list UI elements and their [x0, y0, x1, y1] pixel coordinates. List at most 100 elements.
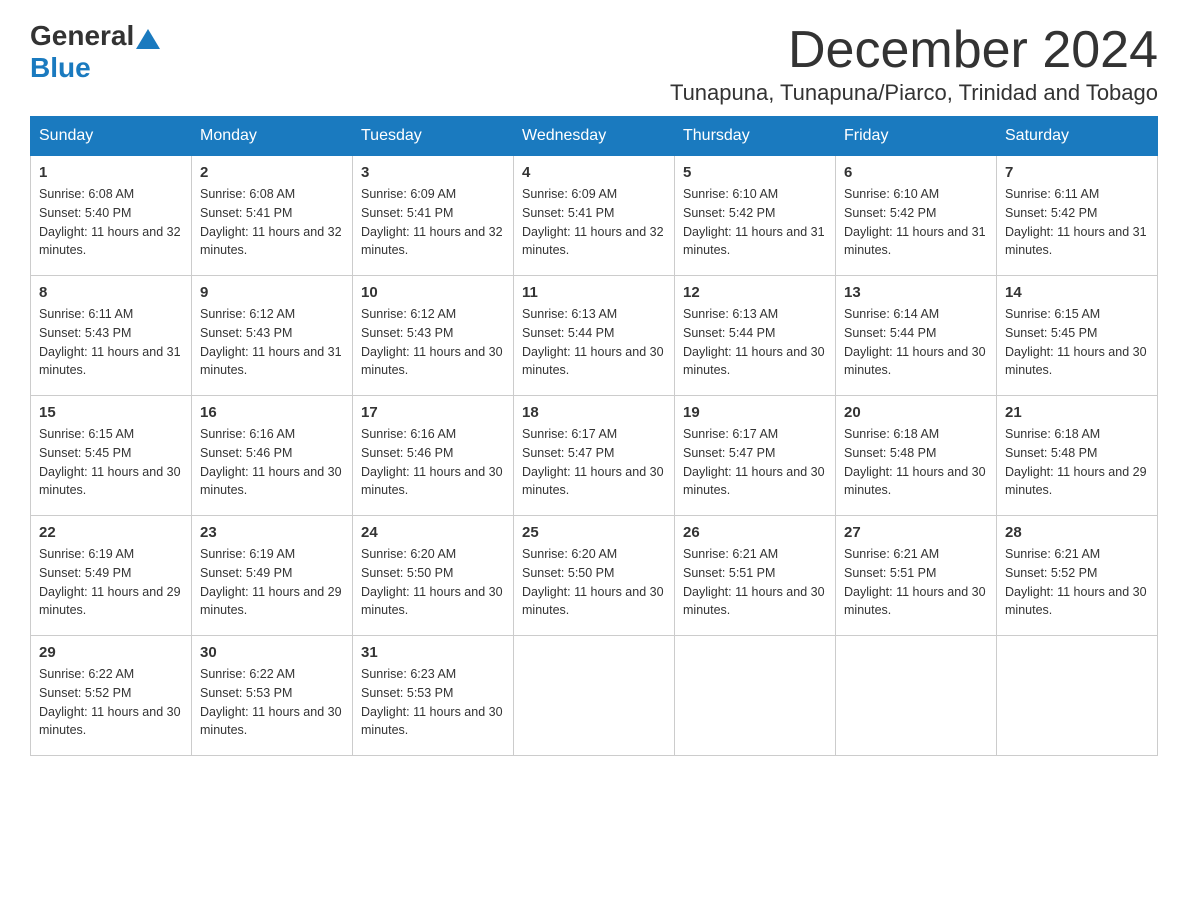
calendar-week-row: 22 Sunrise: 6:19 AM Sunset: 5:49 PM Dayl… [31, 516, 1158, 636]
day-number: 21 [1005, 404, 1149, 421]
day-number: 20 [844, 404, 988, 421]
logo: General Blue [30, 20, 162, 84]
table-row: 4 Sunrise: 6:09 AM Sunset: 5:41 PM Dayli… [514, 156, 675, 276]
day-info: Sunrise: 6:09 AM Sunset: 5:41 PM Dayligh… [522, 185, 666, 260]
location-title: Tunapuna, Tunapuna/Piarco, Trinidad and … [670, 80, 1158, 106]
day-number: 14 [1005, 284, 1149, 301]
header: General Blue December 2024 Tunapuna, Tun… [30, 20, 1158, 106]
table-row: 17 Sunrise: 6:16 AM Sunset: 5:46 PM Dayl… [353, 396, 514, 516]
day-info: Sunrise: 6:17 AM Sunset: 5:47 PM Dayligh… [683, 425, 827, 500]
day-info: Sunrise: 6:14 AM Sunset: 5:44 PM Dayligh… [844, 305, 988, 380]
day-info: Sunrise: 6:20 AM Sunset: 5:50 PM Dayligh… [361, 545, 505, 620]
table-row: 7 Sunrise: 6:11 AM Sunset: 5:42 PM Dayli… [997, 156, 1158, 276]
col-monday: Monday [192, 117, 353, 156]
logo-triangle-icon [136, 29, 160, 49]
table-row: 22 Sunrise: 6:19 AM Sunset: 5:49 PM Dayl… [31, 516, 192, 636]
day-info: Sunrise: 6:15 AM Sunset: 5:45 PM Dayligh… [1005, 305, 1149, 380]
col-wednesday: Wednesday [514, 117, 675, 156]
col-tuesday: Tuesday [353, 117, 514, 156]
table-row: 26 Sunrise: 6:21 AM Sunset: 5:51 PM Dayl… [675, 516, 836, 636]
table-row: 6 Sunrise: 6:10 AM Sunset: 5:42 PM Dayli… [836, 156, 997, 276]
table-row: 24 Sunrise: 6:20 AM Sunset: 5:50 PM Dayl… [353, 516, 514, 636]
day-number: 16 [200, 404, 344, 421]
table-row [836, 636, 997, 756]
day-info: Sunrise: 6:13 AM Sunset: 5:44 PM Dayligh… [683, 305, 827, 380]
day-number: 30 [200, 644, 344, 661]
day-number: 15 [39, 404, 183, 421]
day-info: Sunrise: 6:21 AM Sunset: 5:52 PM Dayligh… [1005, 545, 1149, 620]
logo-general-text: General [30, 20, 134, 52]
day-info: Sunrise: 6:18 AM Sunset: 5:48 PM Dayligh… [1005, 425, 1149, 500]
day-number: 5 [683, 164, 827, 181]
day-number: 1 [39, 164, 183, 181]
day-number: 25 [522, 524, 666, 541]
day-number: 28 [1005, 524, 1149, 541]
table-row: 28 Sunrise: 6:21 AM Sunset: 5:52 PM Dayl… [997, 516, 1158, 636]
day-number: 17 [361, 404, 505, 421]
table-row: 30 Sunrise: 6:22 AM Sunset: 5:53 PM Dayl… [192, 636, 353, 756]
table-row: 12 Sunrise: 6:13 AM Sunset: 5:44 PM Dayl… [675, 276, 836, 396]
day-info: Sunrise: 6:16 AM Sunset: 5:46 PM Dayligh… [361, 425, 505, 500]
calendar-week-row: 15 Sunrise: 6:15 AM Sunset: 5:45 PM Dayl… [31, 396, 1158, 516]
col-sunday: Sunday [31, 117, 192, 156]
table-row: 10 Sunrise: 6:12 AM Sunset: 5:43 PM Dayl… [353, 276, 514, 396]
day-info: Sunrise: 6:22 AM Sunset: 5:53 PM Dayligh… [200, 665, 344, 740]
table-row: 18 Sunrise: 6:17 AM Sunset: 5:47 PM Dayl… [514, 396, 675, 516]
col-thursday: Thursday [675, 117, 836, 156]
table-row: 29 Sunrise: 6:22 AM Sunset: 5:52 PM Dayl… [31, 636, 192, 756]
day-info: Sunrise: 6:12 AM Sunset: 5:43 PM Dayligh… [361, 305, 505, 380]
day-info: Sunrise: 6:13 AM Sunset: 5:44 PM Dayligh… [522, 305, 666, 380]
day-info: Sunrise: 6:12 AM Sunset: 5:43 PM Dayligh… [200, 305, 344, 380]
day-number: 2 [200, 164, 344, 181]
table-row: 14 Sunrise: 6:15 AM Sunset: 5:45 PM Dayl… [997, 276, 1158, 396]
table-row: 2 Sunrise: 6:08 AM Sunset: 5:41 PM Dayli… [192, 156, 353, 276]
day-number: 3 [361, 164, 505, 181]
day-info: Sunrise: 6:16 AM Sunset: 5:46 PM Dayligh… [200, 425, 344, 500]
title-area: December 2024 Tunapuna, Tunapuna/Piarco,… [670, 20, 1158, 106]
day-info: Sunrise: 6:09 AM Sunset: 5:41 PM Dayligh… [361, 185, 505, 260]
table-row: 21 Sunrise: 6:18 AM Sunset: 5:48 PM Dayl… [997, 396, 1158, 516]
day-info: Sunrise: 6:08 AM Sunset: 5:40 PM Dayligh… [39, 185, 183, 260]
table-row: 13 Sunrise: 6:14 AM Sunset: 5:44 PM Dayl… [836, 276, 997, 396]
day-info: Sunrise: 6:21 AM Sunset: 5:51 PM Dayligh… [683, 545, 827, 620]
day-info: Sunrise: 6:15 AM Sunset: 5:45 PM Dayligh… [39, 425, 183, 500]
day-info: Sunrise: 6:10 AM Sunset: 5:42 PM Dayligh… [683, 185, 827, 260]
day-info: Sunrise: 6:11 AM Sunset: 5:42 PM Dayligh… [1005, 185, 1149, 260]
table-row [997, 636, 1158, 756]
day-number: 9 [200, 284, 344, 301]
day-number: 27 [844, 524, 988, 541]
day-number: 31 [361, 644, 505, 661]
day-number: 10 [361, 284, 505, 301]
table-row: 8 Sunrise: 6:11 AM Sunset: 5:43 PM Dayli… [31, 276, 192, 396]
day-number: 24 [361, 524, 505, 541]
calendar-header-row: Sunday Monday Tuesday Wednesday Thursday… [31, 117, 1158, 156]
calendar-table: Sunday Monday Tuesday Wednesday Thursday… [30, 116, 1158, 756]
table-row: 27 Sunrise: 6:21 AM Sunset: 5:51 PM Dayl… [836, 516, 997, 636]
table-row: 16 Sunrise: 6:16 AM Sunset: 5:46 PM Dayl… [192, 396, 353, 516]
calendar-week-row: 1 Sunrise: 6:08 AM Sunset: 5:40 PM Dayli… [31, 156, 1158, 276]
col-friday: Friday [836, 117, 997, 156]
table-row: 1 Sunrise: 6:08 AM Sunset: 5:40 PM Dayli… [31, 156, 192, 276]
table-row: 20 Sunrise: 6:18 AM Sunset: 5:48 PM Dayl… [836, 396, 997, 516]
day-number: 29 [39, 644, 183, 661]
table-row [675, 636, 836, 756]
day-number: 13 [844, 284, 988, 301]
table-row: 25 Sunrise: 6:20 AM Sunset: 5:50 PM Dayl… [514, 516, 675, 636]
day-number: 7 [1005, 164, 1149, 181]
day-info: Sunrise: 6:20 AM Sunset: 5:50 PM Dayligh… [522, 545, 666, 620]
day-number: 4 [522, 164, 666, 181]
table-row: 5 Sunrise: 6:10 AM Sunset: 5:42 PM Dayli… [675, 156, 836, 276]
table-row: 23 Sunrise: 6:19 AM Sunset: 5:49 PM Dayl… [192, 516, 353, 636]
day-number: 18 [522, 404, 666, 421]
month-title: December 2024 [670, 20, 1158, 80]
day-number: 11 [522, 284, 666, 301]
day-number: 23 [200, 524, 344, 541]
day-info: Sunrise: 6:21 AM Sunset: 5:51 PM Dayligh… [844, 545, 988, 620]
day-number: 12 [683, 284, 827, 301]
day-number: 26 [683, 524, 827, 541]
day-info: Sunrise: 6:18 AM Sunset: 5:48 PM Dayligh… [844, 425, 988, 500]
calendar-week-row: 29 Sunrise: 6:22 AM Sunset: 5:52 PM Dayl… [31, 636, 1158, 756]
col-saturday: Saturday [997, 117, 1158, 156]
day-info: Sunrise: 6:17 AM Sunset: 5:47 PM Dayligh… [522, 425, 666, 500]
day-number: 8 [39, 284, 183, 301]
